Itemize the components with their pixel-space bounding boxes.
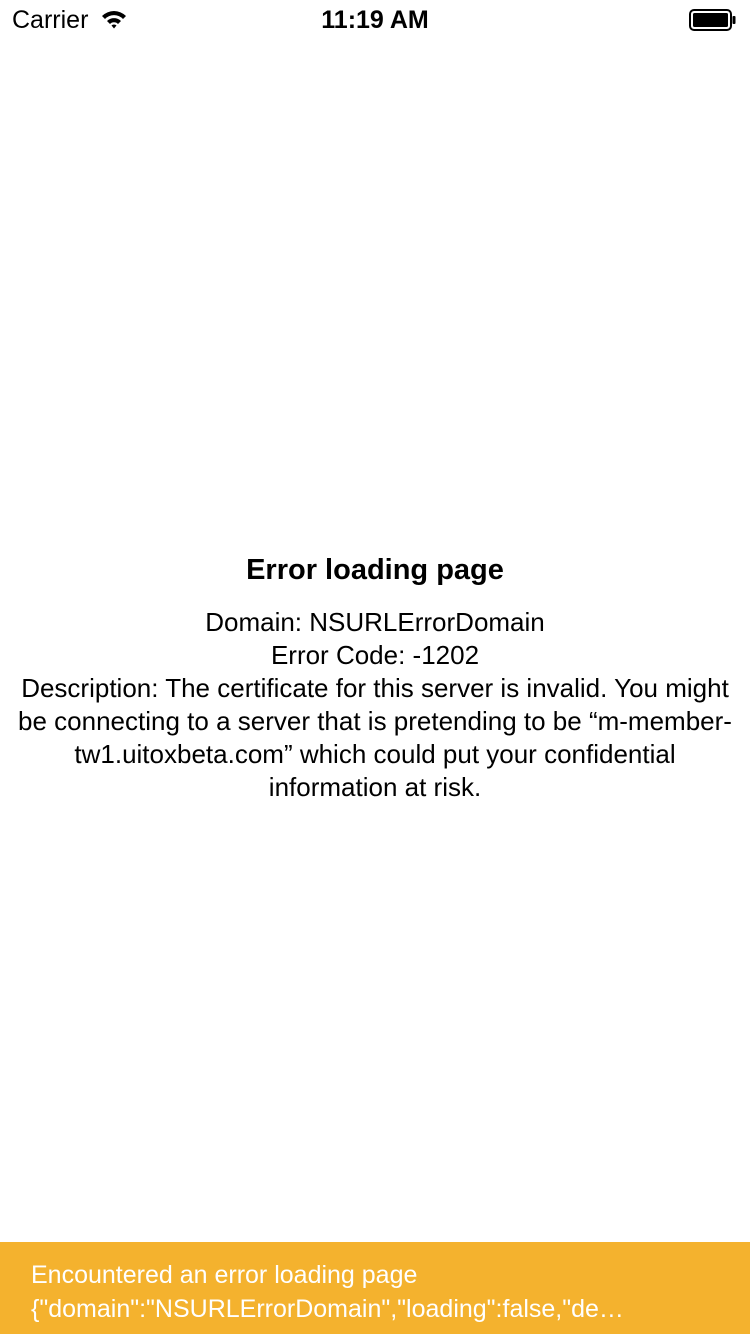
banner-title: Encountered an error loading page — [31, 1261, 418, 1289]
battery-icon — [689, 9, 736, 31]
error-title: Error loading page — [246, 554, 504, 586]
error-description: Description: The certificate for this se… — [18, 673, 732, 802]
status-bar: Carrier 11:19 AM — [0, 0, 750, 40]
error-message: Error loading page Domain: NSURLErrorDom… — [10, 550, 740, 804]
banner-detail: {"domain":"NSURLErrorDomain","loading":f… — [31, 1295, 624, 1323]
status-time: 11:19 AM — [321, 6, 429, 34]
error-code: Error Code: -1202 — [270, 640, 480, 670]
error-banner[interactable]: Encountered an error loading page {"doma… — [0, 1242, 750, 1334]
error-domain: Domain: NSURLErrorDomain — [205, 607, 545, 637]
